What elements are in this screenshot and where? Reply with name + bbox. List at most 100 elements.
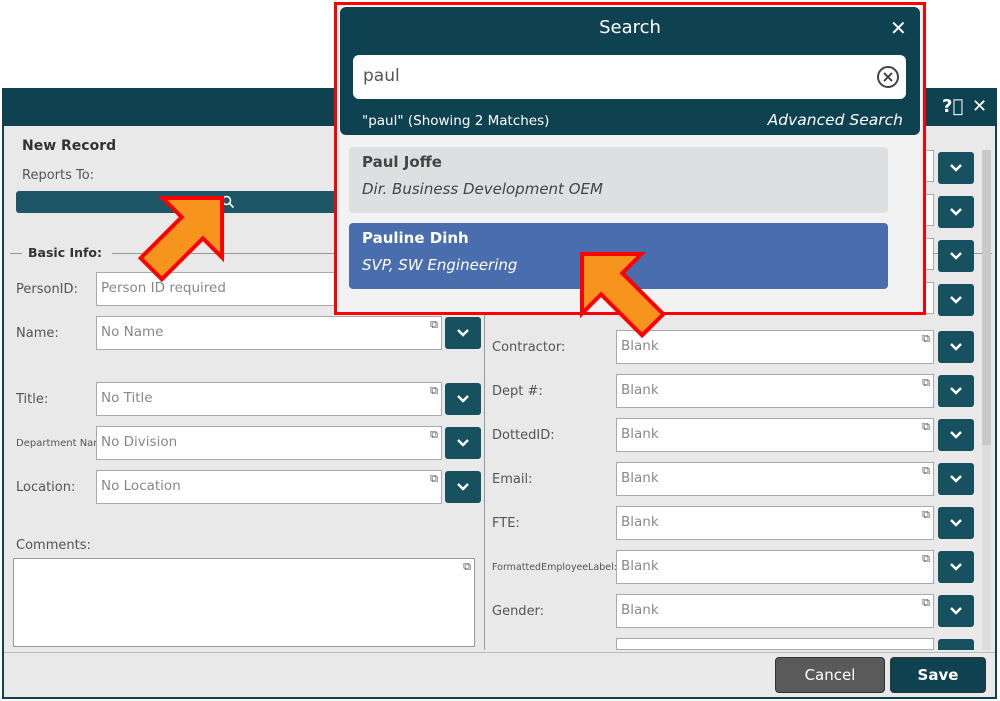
scrollbar-track[interactable] (982, 150, 991, 650)
field-input[interactable]: Blank ⧉ (616, 506, 934, 540)
field-dropdown-button[interactable] (938, 375, 974, 407)
chevron-down-icon (457, 395, 469, 403)
title-label: Title: (16, 392, 49, 407)
external-link-icon[interactable]: ⧉ (463, 560, 471, 574)
field-input[interactable]: Blank ⧉ (616, 418, 934, 452)
chevron-down-icon (950, 164, 962, 172)
close-icon[interactable]: ✕ (972, 96, 987, 117)
external-link-icon[interactable]: ⧉ (430, 384, 438, 398)
field-value: Blank (621, 514, 659, 530)
search-result-item[interactable]: Paul Joffe Dir. Business Development OEM (349, 147, 888, 213)
chevron-down-icon (950, 475, 962, 483)
field-label: DottedID: (492, 428, 555, 443)
scrollbar-thumb[interactable] (982, 150, 991, 445)
name-input[interactable]: No Name ⧉ (96, 316, 442, 350)
search-popup: Search ✕ paul "paul" (Showing 2 Matches)… (334, 2, 926, 315)
chevron-down-icon (950, 431, 962, 439)
chevron-down-icon (950, 296, 962, 304)
field-value: Blank (621, 558, 659, 574)
location-value: No Location (101, 478, 181, 494)
advanced-search-link[interactable]: Advanced Search (768, 111, 903, 129)
name-label: Name: (16, 326, 59, 341)
dropdown-button[interactable] (938, 196, 974, 228)
location-input[interactable]: No Location ⧉ (96, 470, 442, 504)
external-link-icon[interactable]: ⧉ (430, 472, 438, 486)
field-dropdown-button[interactable] (938, 507, 974, 539)
result-name: Paul Joffe (362, 153, 442, 171)
field-dropdown-button[interactable] (938, 551, 974, 583)
search-header: Search ✕ paul "paul" (Showing 2 Matches)… (340, 7, 920, 135)
search-title: Search (599, 17, 661, 38)
chevron-down-icon (950, 343, 962, 351)
external-link-icon[interactable]: ⧉ (922, 596, 930, 610)
chevron-down-icon (457, 483, 469, 491)
basic-info-legend: Basic Info: (28, 245, 103, 260)
close-icon[interactable]: ✕ (890, 16, 907, 40)
result-title: SVP, SW Engineering (362, 256, 518, 274)
field-dropdown-button[interactable] (938, 331, 974, 363)
location-dropdown-button[interactable] (445, 471, 481, 503)
external-link-icon[interactable]: ⧉ (430, 428, 438, 442)
field-value: Blank (621, 338, 659, 354)
field-dropdown-button[interactable] (938, 419, 974, 451)
save-button[interactable]: Save (890, 657, 986, 693)
reports-to-label: Reports To: (22, 168, 95, 183)
help-icon[interactable]: ?⃝ (942, 96, 963, 117)
field-value: Blank (621, 426, 659, 442)
field-label: Dept #: (492, 384, 543, 399)
chevron-down-icon (950, 519, 962, 527)
search-query: paul (363, 66, 400, 86)
record-title: New Record (22, 138, 117, 154)
comments-textarea[interactable]: ⧉ (13, 558, 475, 647)
field-input[interactable]: Blank ⧉ (616, 550, 934, 584)
field-label: Gender: (492, 604, 545, 619)
department-name-input[interactable]: No Division ⧉ (96, 426, 442, 460)
field-label: Contractor: (492, 340, 566, 355)
external-link-icon[interactable]: ⧉ (922, 420, 930, 434)
field-label: FTE: (492, 516, 520, 531)
title-value: No Title (101, 390, 153, 406)
clear-search-icon[interactable] (876, 65, 900, 89)
match-status: "paul" (Showing 2 Matches) (362, 113, 550, 129)
chevron-down-icon (950, 607, 962, 615)
column-divider (484, 295, 485, 650)
external-link-icon[interactable]: ⧉ (922, 464, 930, 478)
search-result-item-selected[interactable]: Pauline Dinh SVP, SW Engineering (349, 223, 888, 289)
field-value: Blank (621, 470, 659, 486)
name-value: No Name (101, 324, 164, 340)
partial-field-input[interactable] (616, 638, 934, 650)
department-dropdown-button[interactable] (445, 427, 481, 459)
dropdown-button[interactable] (938, 639, 974, 650)
external-link-icon[interactable]: ⧉ (922, 552, 930, 566)
fieldset-line (10, 253, 22, 254)
comments-label: Comments: (16, 538, 91, 553)
cancel-button[interactable]: Cancel (775, 657, 885, 693)
external-link-icon[interactable]: ⧉ (430, 318, 438, 332)
field-value: Blank (621, 602, 659, 618)
field-input[interactable]: Blank ⧉ (616, 462, 934, 496)
result-name: Pauline Dinh (362, 229, 469, 247)
search-input[interactable]: paul (353, 55, 906, 99)
title-input[interactable]: No Title ⧉ (96, 382, 442, 416)
result-title: Dir. Business Development OEM (362, 180, 603, 198)
dropdown-button[interactable] (938, 240, 974, 272)
location-label: Location: (16, 480, 76, 495)
title-dropdown-button[interactable] (445, 383, 481, 415)
chevron-down-icon (950, 387, 962, 395)
dropdown-button[interactable] (938, 152, 974, 184)
chevron-down-icon (457, 329, 469, 337)
field-input[interactable]: Blank ⧉ (616, 330, 934, 364)
dropdown-button[interactable] (938, 284, 974, 316)
name-dropdown-button[interactable] (445, 317, 481, 349)
field-input[interactable]: Blank ⧉ (616, 374, 934, 408)
footer-divider (4, 652, 995, 653)
chevron-down-icon (457, 439, 469, 447)
field-dropdown-button[interactable] (938, 463, 974, 495)
field-value: Blank (621, 382, 659, 398)
field-dropdown-button[interactable] (938, 595, 974, 627)
external-link-icon[interactable]: ⧉ (922, 332, 930, 346)
external-link-icon[interactable]: ⧉ (922, 376, 930, 390)
field-input[interactable]: Blank ⧉ (616, 594, 934, 628)
field-label: FormattedEmployeeLabel: (492, 562, 617, 573)
external-link-icon[interactable]: ⧉ (922, 508, 930, 522)
